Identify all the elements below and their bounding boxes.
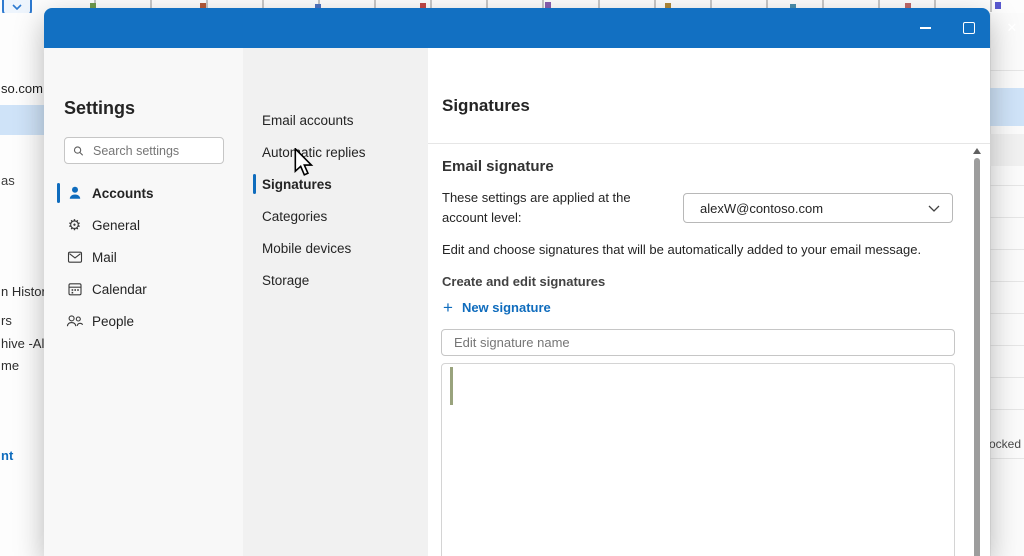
sidebar-item-calendar[interactable]: Calendar	[44, 273, 243, 305]
email-address-fragment: so.com	[1, 81, 43, 96]
calendar-icon	[66, 281, 83, 298]
maximize-icon	[963, 22, 975, 34]
minimize-icon	[919, 27, 931, 29]
folder-fragment[interactable]: rs	[1, 313, 12, 328]
settings-dialog: ✕ Settings A	[44, 8, 1017, 556]
screen: so.com as n History rs hive -Alex me nt …	[0, 0, 1024, 556]
nav-item-email-accounts[interactable]: Email accounts	[243, 104, 428, 136]
mail-icon	[66, 249, 83, 266]
text-fragment: as	[1, 173, 15, 188]
create-edit-signatures-label: Create and edit signatures	[442, 274, 606, 289]
row-divider	[990, 185, 1024, 186]
close-button[interactable]: ✕	[995, 15, 1024, 41]
minimize-button[interactable]	[908, 15, 942, 41]
sidebar-item-label: People	[92, 313, 135, 329]
people-icon	[66, 313, 83, 330]
nav-item-label: Storage	[262, 272, 310, 288]
page-title: Signatures	[442, 96, 530, 115]
selected-message-row-fragment[interactable]	[0, 105, 44, 135]
account-settings-nav: Email accounts Automatic replies Signatu…	[243, 48, 428, 556]
row-divider	[990, 313, 1024, 314]
account-level-label: These settings are applied at the accoun…	[442, 188, 672, 228]
add-account-link-fragment[interactable]: nt	[1, 448, 13, 463]
selection-indicator	[57, 183, 60, 203]
gear-icon: ⚙	[67, 216, 82, 234]
row-divider	[990, 249, 1024, 250]
sidebar-item-people[interactable]: People	[44, 305, 243, 337]
sidebar-item-label: General	[92, 217, 141, 233]
nav-item-categories[interactable]: Categories	[243, 200, 428, 232]
message-text-fragment: ocked o	[989, 437, 1024, 451]
nav-item-storage[interactable]: Storage	[243, 264, 428, 296]
nav-item-label: Signatures	[262, 176, 332, 192]
nav-item-label: Mobile devices	[262, 240, 352, 256]
account-dropdown-value: alexW@contoso.com	[700, 200, 824, 216]
signatures-panel: Signatures Email signature These setting…	[428, 48, 990, 556]
settings-sidebar: Settings Accounts	[44, 48, 243, 556]
maximize-button[interactable]	[952, 15, 986, 41]
dialog-body: Settings Accounts	[44, 48, 990, 556]
close-icon: ✕	[1006, 20, 1018, 35]
plus-icon: +	[443, 298, 453, 317]
dialog-titlebar: ✕	[44, 8, 1017, 48]
chevron-down-icon	[928, 205, 940, 212]
nav-item-mobile-devices[interactable]: Mobile devices	[243, 232, 428, 264]
mouse-cursor	[294, 148, 314, 176]
new-signature-button[interactable]: + New signature	[443, 299, 551, 316]
background-folder-pane: so.com as n History rs hive -Alex me nt	[0, 13, 58, 556]
row-divider	[990, 70, 1024, 71]
text-caret	[450, 367, 453, 405]
nav-item-label: Email accounts	[262, 112, 354, 128]
search-input[interactable]	[91, 142, 215, 159]
sidebar-item-general[interactable]: ⚙ General	[44, 209, 243, 241]
nav-item-automatic-replies[interactable]: Automatic replies	[243, 136, 428, 168]
nav-item-label: Categories	[262, 208, 328, 224]
search-settings-box[interactable]	[64, 137, 224, 164]
nav-item-signatures[interactable]: Signatures	[243, 168, 428, 200]
scrollbar-up-arrow[interactable]	[973, 148, 981, 154]
sidebar-nav: Accounts ⚙ General Mail Calendar People	[44, 177, 243, 337]
selection-indicator	[253, 174, 256, 194]
row-divider	[990, 377, 1024, 378]
account-level-label-line1: These settings are applied at the	[442, 190, 631, 205]
new-signature-label: New signature	[461, 300, 551, 315]
selected-message-row-fragment-right[interactable]	[990, 88, 1024, 126]
row-divider	[990, 281, 1024, 282]
signatures-description: Edit and choose signatures that will be …	[442, 242, 922, 257]
settings-title: Settings	[64, 98, 136, 118]
account-level-label-line2: account level:	[442, 210, 522, 225]
sidebar-item-mail[interactable]: Mail	[44, 241, 243, 273]
scrollbar-thumb[interactable]	[974, 158, 980, 556]
sidebar-item-label: Mail	[92, 249, 117, 265]
email-signature-heading: Email signature	[442, 158, 554, 175]
account-dropdown[interactable]: alexW@contoso.com	[683, 193, 953, 223]
sidebar-item-accounts[interactable]: Accounts	[44, 177, 243, 209]
message-row-fragment[interactable]	[990, 134, 1024, 166]
person-icon	[66, 185, 83, 202]
row-divider	[990, 345, 1024, 346]
sidebar-item-label: Accounts	[92, 185, 154, 201]
row-divider	[990, 409, 1024, 410]
panel-header: Signatures	[428, 48, 990, 144]
search-icon	[73, 145, 84, 156]
row-divider	[990, 217, 1024, 218]
row-divider	[990, 458, 1024, 459]
folder-fragment-2[interactable]: me	[1, 358, 19, 373]
sidebar-item-label: Calendar	[92, 281, 147, 297]
signature-name-input[interactable]	[441, 329, 955, 356]
chevron-down-icon	[12, 4, 22, 10]
signature-editor[interactable]: AA A B I U	[441, 363, 955, 556]
